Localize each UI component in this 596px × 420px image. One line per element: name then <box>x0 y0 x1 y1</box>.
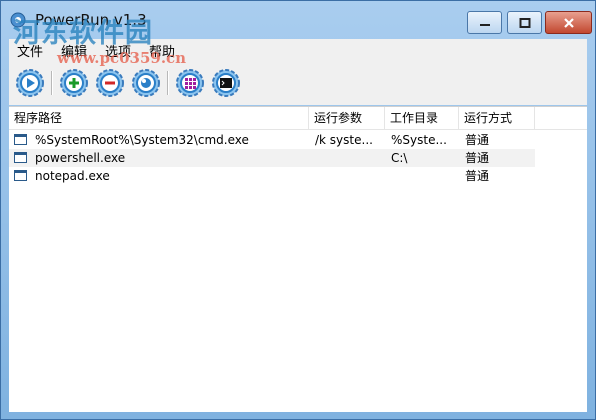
grid-icon <box>176 69 204 97</box>
row-workdir: %Syste... <box>391 133 447 147</box>
close-icon <box>563 17 574 28</box>
close-button[interactable] <box>545 11 592 34</box>
toolbar-separator <box>51 71 53 95</box>
run-icon <box>16 69 44 97</box>
table-row[interactable]: %SystemRoot%\System32\cmd.exe /k syste..… <box>9 131 535 149</box>
row-args <box>315 167 381 185</box>
minimize-icon <box>479 23 490 26</box>
table-row[interactable]: powershell.exe C:\ 普通 <box>9 149 535 167</box>
row-mode: 普通 <box>465 169 490 183</box>
title-bar[interactable]: PowerRun v1.3 <box>1 1 595 37</box>
grid-button[interactable] <box>175 68 205 98</box>
row-path: %SystemRoot%\System32\cmd.exe <box>35 133 249 147</box>
row-path: powershell.exe <box>35 151 126 165</box>
remove-button[interactable] <box>95 68 125 98</box>
row-mode: 普通 <box>465 151 490 165</box>
toolbar <box>9 61 587 105</box>
column-header-mode[interactable]: 运行方式 <box>459 107 535 129</box>
row-args <box>315 149 381 167</box>
window-file-icon <box>14 170 27 181</box>
edit-button[interactable] <box>131 68 161 98</box>
add-button[interactable] <box>59 68 89 98</box>
row-workdir <box>391 167 455 185</box>
column-header-workdir[interactable]: 工作目录 <box>385 107 459 129</box>
window-title: PowerRun v1.3 <box>35 11 147 29</box>
row-args: /k syste... <box>315 133 373 147</box>
column-header-args[interactable]: 运行参数 <box>309 107 385 129</box>
window-file-icon <box>14 152 27 163</box>
toolbar-separator <box>167 71 169 95</box>
console-icon <box>212 69 240 97</box>
app-window: PowerRun v1.3 文件 编辑 选项 帮助 程序路径 运行参数 工作目录… <box>0 0 596 420</box>
program-list[interactable]: 程序路径 运行参数 工作目录 运行方式 %SystemRoot%\System3… <box>9 106 587 412</box>
table-row[interactable]: notepad.exe 普通 <box>9 167 535 185</box>
console-button[interactable] <box>211 68 241 98</box>
list-header: 程序路径 运行参数 工作目录 运行方式 <box>9 107 587 130</box>
menu-bar: 文件 编辑 选项 帮助 <box>9 39 587 61</box>
maximize-button[interactable] <box>507 11 542 34</box>
row-path: notepad.exe <box>35 169 110 183</box>
menu-edit[interactable]: 编辑 <box>61 41 87 60</box>
menu-help[interactable]: 帮助 <box>149 41 175 60</box>
edit-icon <box>132 69 160 97</box>
remove-icon <box>96 69 124 97</box>
column-header-path[interactable]: 程序路径 <box>9 107 309 129</box>
row-mode: 普通 <box>465 133 490 147</box>
run-button[interactable] <box>15 68 45 98</box>
window-file-icon <box>14 134 27 145</box>
row-workdir: C:\ <box>391 151 408 165</box>
add-icon <box>60 69 88 97</box>
maximize-icon <box>519 17 530 28</box>
menu-file[interactable]: 文件 <box>17 41 43 60</box>
app-gear-icon <box>10 12 26 28</box>
minimize-button[interactable] <box>467 11 502 34</box>
menu-options[interactable]: 选项 <box>105 41 131 60</box>
